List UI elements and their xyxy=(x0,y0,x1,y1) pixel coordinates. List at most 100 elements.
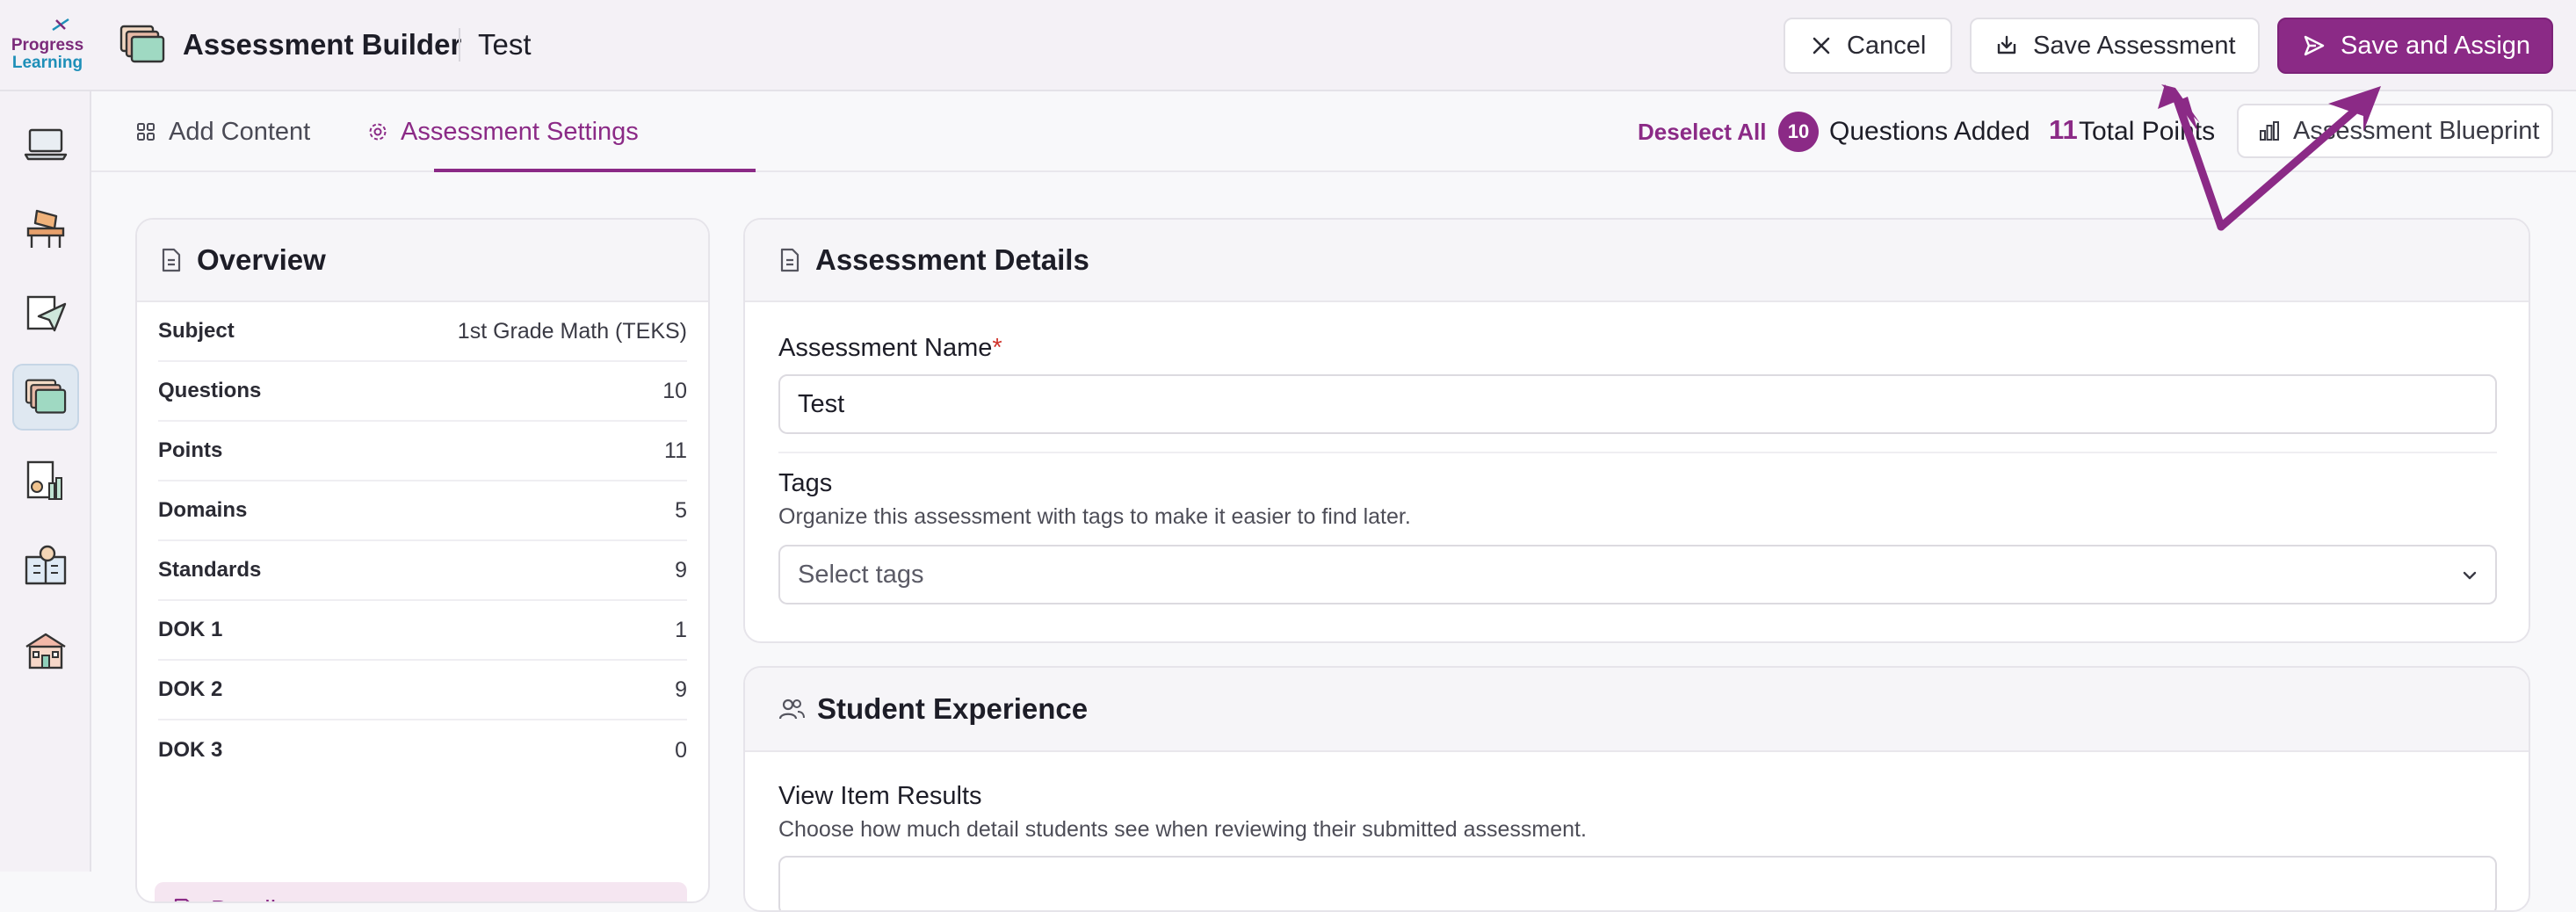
tab-add-content[interactable]: Add Content xyxy=(135,91,310,172)
student-experience-title: Student Experience xyxy=(817,692,1089,725)
assessment-name-label-text: Assessment Name xyxy=(778,334,993,362)
overview-row-key: Points xyxy=(158,438,223,462)
sidebar-item-assessment-builder[interactable] xyxy=(12,364,79,431)
assessment-details-title: Assessment Details xyxy=(815,243,1089,276)
overview-card: Overview Subject 1st Grade Math (TEKS) Que… xyxy=(135,218,710,903)
save-assessment-label: Save Assessment xyxy=(2033,32,2236,60)
overview-row: Points 11 xyxy=(158,422,687,481)
grid-icon xyxy=(137,123,155,141)
laptop-icon xyxy=(24,128,68,161)
save-download-icon xyxy=(1997,35,2016,54)
cancel-button[interactable]: Cancel xyxy=(1784,18,1952,74)
tags-select-placeholder: Select tags xyxy=(798,561,924,589)
overview-row-key: Domains xyxy=(158,498,248,522)
save-assessment-button[interactable]: Save Assessment xyxy=(1970,18,2260,74)
overview-row: Questions 10 xyxy=(158,362,687,422)
student-experience-header: Student Experience xyxy=(745,668,2529,752)
document-icon xyxy=(174,898,190,901)
overview-row-value: 10 xyxy=(662,378,687,403)
assessment-name-label: Assessment Name* xyxy=(778,332,1002,364)
assessment-builder-icon xyxy=(119,25,165,63)
logo-text-line2: Learning xyxy=(11,54,83,72)
questions-count-badge: 10 xyxy=(1778,112,1819,152)
overview-row-value: 5 xyxy=(675,497,687,523)
tab-assessment-settings[interactable]: Assessment Settings xyxy=(367,91,639,172)
questions-added-label: Questions Added xyxy=(1829,117,2030,146)
users-icon xyxy=(778,698,805,720)
details-nav-item[interactable]: Details xyxy=(155,882,687,902)
overview-row-value: 9 xyxy=(675,557,687,583)
overview-row-key: DOK 1 xyxy=(158,618,223,641)
overview-row: Subject 1st Grade Math (TEKS) xyxy=(158,302,687,362)
save-and-assign-button[interactable]: Save and Assign xyxy=(2277,18,2553,74)
overview-row: DOK 3 0 xyxy=(158,720,687,780)
overview-row-key: Standards xyxy=(158,558,262,582)
overview-row: Standards 9 xyxy=(158,541,687,601)
send-icon xyxy=(2304,35,2325,56)
overview-row-value: 0 xyxy=(675,737,687,763)
overview-row: Domains 5 xyxy=(158,481,687,541)
overview-row-key: Questions xyxy=(158,379,262,402)
view-item-results-label: View Item Results xyxy=(778,782,982,810)
close-icon xyxy=(1813,37,1830,54)
save-and-assign-label: Save and Assign xyxy=(2341,32,2531,60)
assessment-blueprint-button[interactable]: Assessment Blueprint xyxy=(2237,104,2553,158)
logo-text-line1: Progress xyxy=(11,36,84,54)
assessment-name-input[interactable]: Test xyxy=(778,374,2497,434)
sidebar-item-laptop[interactable] xyxy=(12,111,79,177)
sidebar-item-school[interactable] xyxy=(12,617,79,684)
bar-chart-icon xyxy=(2260,121,2279,141)
total-points-count: 11 xyxy=(2049,114,2078,145)
title-divider xyxy=(459,28,460,62)
overview-header: Overview xyxy=(137,220,708,302)
overview-row: DOK 2 9 xyxy=(158,661,687,720)
assessment-blueprint-label: Assessment Blueprint xyxy=(2293,116,2540,145)
assessment-name-title: Test xyxy=(478,28,532,61)
field-divider xyxy=(778,452,2497,453)
overview-row-value: 11 xyxy=(664,438,687,463)
app-title: Assessment Builder xyxy=(183,28,462,61)
assessment-details-card: Assessment Details Assessment Name* Test… xyxy=(743,218,2530,643)
overview-row-key: DOK 2 xyxy=(158,677,223,701)
document-icon xyxy=(162,248,181,272)
top-bar: Progress Learning Assessment Builder Tes… xyxy=(0,0,2576,91)
tab-assessment-settings-label: Assessment Settings xyxy=(401,117,639,146)
view-item-results-select[interactable] xyxy=(778,856,2497,910)
cancel-button-label: Cancel xyxy=(1847,32,1927,60)
report-chart-icon xyxy=(26,460,62,500)
view-item-results-help: Choose how much detail students see when… xyxy=(778,817,1587,842)
school-icon xyxy=(25,633,66,670)
left-sidebar xyxy=(0,91,91,872)
overview-title: Overview xyxy=(197,243,326,276)
overview-row-value: 1 xyxy=(675,617,687,642)
tab-add-content-label: Add Content xyxy=(169,117,311,146)
overview-row-value: 9 xyxy=(675,677,687,702)
assessment-details-header: Assessment Details xyxy=(745,220,2529,302)
sidebar-item-desk[interactable] xyxy=(12,195,79,262)
gear-icon xyxy=(369,123,387,141)
tags-label: Tags xyxy=(778,469,833,497)
required-asterisk: * xyxy=(992,334,1002,362)
deselect-all-link[interactable]: Deselect All xyxy=(1638,118,1766,146)
tags-help-text: Organize this assessment with tags to ma… xyxy=(778,504,1411,529)
student-experience-card: Student Experience View Item Results Cho… xyxy=(743,666,2530,912)
chevron-down-icon xyxy=(2463,571,2477,580)
paper-plane-icon xyxy=(26,295,67,332)
overview-row-key: DOK 3 xyxy=(158,738,223,762)
sidebar-item-teacher-resources[interactable] xyxy=(12,532,79,599)
desk-icon xyxy=(26,209,65,248)
sidebar-item-reports[interactable] xyxy=(12,448,79,515)
active-tab-indicator xyxy=(434,169,756,172)
total-points-label: Total Points xyxy=(2079,117,2216,146)
progress-learning-logo[interactable]: Progress Learning xyxy=(11,18,84,74)
details-nav-label: Details xyxy=(211,896,289,902)
sidebar-item-assign[interactable] xyxy=(12,279,79,346)
overview-row-value: 1st Grade Math (TEKS) xyxy=(457,318,687,344)
document-icon xyxy=(780,248,800,272)
overview-row-key: Subject xyxy=(158,319,235,343)
logo-spark-icon xyxy=(52,18,69,32)
overview-row: DOK 1 1 xyxy=(158,601,687,661)
assessment-stack-icon xyxy=(25,379,67,414)
tags-select[interactable]: Select tags xyxy=(778,545,2497,604)
teacher-book-icon xyxy=(25,545,67,585)
